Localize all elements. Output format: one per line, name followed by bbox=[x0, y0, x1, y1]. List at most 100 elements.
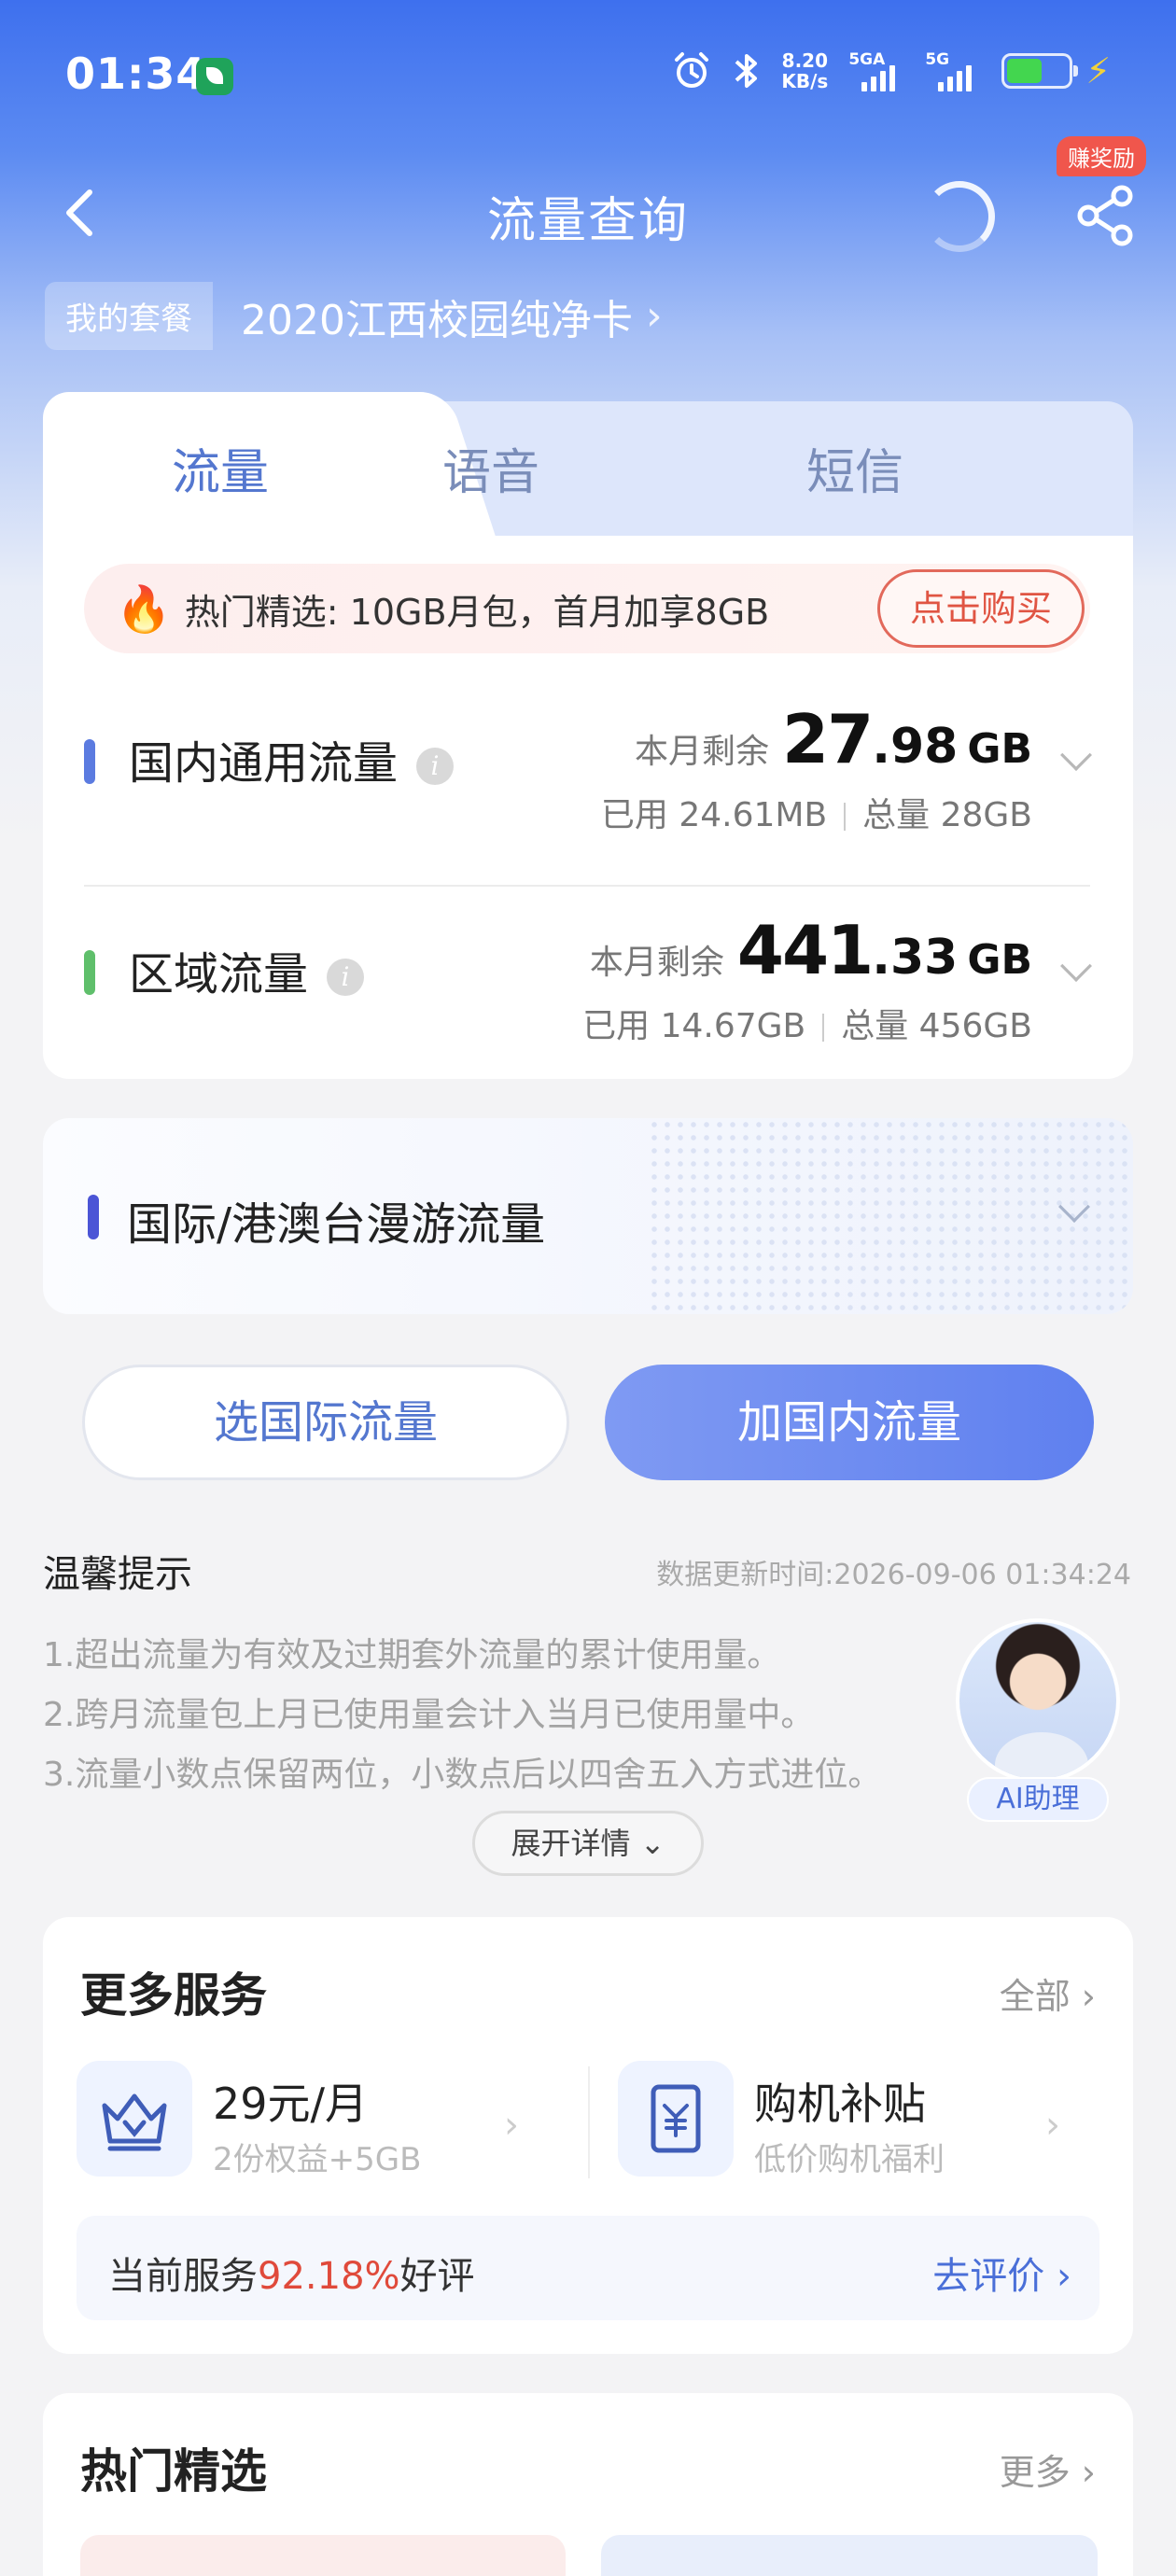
remain-decimal: .33 bbox=[872, 930, 959, 986]
remain-integer: 441 bbox=[736, 911, 874, 989]
plan-tag: 我的套餐 bbox=[45, 282, 213, 350]
expand-label: 展开详情 bbox=[511, 1826, 631, 1861]
data-usage-card: 流量 语音 短信 🔥 热门精选: 10GB月包，首月加享8GB 点击购买 国内通… bbox=[43, 392, 1133, 1079]
rating-prefix: 当前服务 bbox=[108, 2255, 258, 2298]
remain-unit: GB bbox=[967, 936, 1032, 984]
roaming-label: 国际/港澳台漫游流量 bbox=[127, 1198, 546, 1251]
row-label-text: 区域流量 bbox=[129, 948, 309, 1001]
promo-text: 热门精选: 10GB月包，首月加享8GB bbox=[184, 591, 770, 633]
tab-data[interactable]: 流量 bbox=[80, 433, 360, 503]
chevron-right-icon: › bbox=[645, 292, 663, 340]
rating-suffix: 好评 bbox=[399, 2255, 475, 2298]
hot-picks-card: 热门精选 更多 › bbox=[43, 2393, 1133, 2576]
section-title: 热门精选 bbox=[80, 2444, 267, 2499]
regional-data-row[interactable]: 区域流量 i 本月剩余 441 .33 GB 已用 14.67GB 总量 456GB bbox=[84, 887, 1092, 1073]
view-all-link[interactable]: 全部 › bbox=[1000, 1967, 1096, 2019]
row-label: 区域流量 i bbox=[129, 937, 365, 1002]
tips-title: 温馨提示 bbox=[43, 1553, 192, 1596]
rating-text: 当前服务92.18%好评 bbox=[108, 2246, 475, 2300]
total-amount: 总量 28GB bbox=[862, 796, 1032, 834]
signal-icon: 5G bbox=[925, 50, 981, 91]
info-icon[interactable]: i bbox=[327, 959, 365, 996]
select-international-data-button[interactable]: 选国际流量 bbox=[82, 1365, 569, 1480]
row-values: 本月剩余 441 .33 GB 已用 14.67GB 总量 456GB bbox=[582, 911, 1032, 1047]
charging-icon: ⚡ bbox=[1085, 50, 1111, 91]
page-title: 流量查询 bbox=[486, 193, 689, 249]
buy-button[interactable]: 点击购买 bbox=[876, 569, 1085, 648]
world-map-decoration bbox=[648, 1118, 1133, 1314]
customer-service-icon[interactable] bbox=[924, 181, 995, 252]
tab-sms[interactable]: 短信 bbox=[715, 433, 995, 503]
network-speed: 8.20 KB/s bbox=[781, 50, 828, 91]
status-bar: 01:34 8.20 KB/s 5GA 5G ⚡ bbox=[0, 0, 1176, 149]
promo-banner[interactable]: 🔥 热门精选: 10GB月包，首月加享8GB 点击购买 bbox=[84, 564, 1090, 653]
row-indicator bbox=[84, 739, 95, 784]
rate-link-label: 去评价 bbox=[932, 2255, 1045, 2298]
remain-decimal: .98 bbox=[872, 719, 959, 775]
service-item[interactable]: 29元/月 2份权益+5GB › bbox=[43, 2048, 547, 2178]
expand-details-button[interactable]: 展开详情 ⌄ bbox=[472, 1811, 704, 1876]
wechat-app-icon bbox=[196, 58, 233, 95]
remain-unit: GB bbox=[967, 725, 1032, 773]
more-link[interactable]: 更多 › bbox=[1000, 2443, 1096, 2495]
row-indicator bbox=[84, 950, 95, 995]
service-rating-bar: 当前服务92.18%好评 去评价 › bbox=[77, 2216, 1099, 2320]
tab-voice[interactable]: 语音 bbox=[351, 433, 631, 503]
row-indicator bbox=[88, 1195, 99, 1239]
roaming-card[interactable]: 国际/港澳台漫游流量 bbox=[43, 1118, 1133, 1314]
more-services-card: 更多服务 全部 › 29元/月 2份权益+5GB › 购机补贴 低价购机福利 ›… bbox=[43, 1917, 1133, 2354]
update-time: 数据更新时间:2026-09-06 01:34:24 bbox=[656, 1559, 1131, 1591]
chevron-right-icon: › bbox=[1045, 2104, 1060, 2147]
row-label-text: 国内通用流量 bbox=[129, 737, 399, 790]
service-name: 购机补贴 bbox=[754, 2079, 926, 2129]
speed-value: 8.20 bbox=[781, 49, 829, 72]
ai-assistant-avatar[interactable] bbox=[956, 1618, 1120, 1783]
info-icon[interactable]: i bbox=[416, 748, 455, 785]
battery-icon bbox=[1001, 53, 1079, 89]
crown-v-icon bbox=[77, 2061, 192, 2177]
speed-unit: KB/s bbox=[781, 70, 829, 92]
chevron-down-icon[interactable] bbox=[1060, 739, 1092, 771]
status-time: 01:34 bbox=[65, 49, 207, 99]
hot-pick-item[interactable] bbox=[601, 2535, 1098, 2576]
chevron-right-icon: › bbox=[504, 2104, 519, 2147]
status-icons: 8.20 KB/s 5GA 5G ⚡ bbox=[671, 50, 1111, 91]
rating-percent: 92.18% bbox=[258, 2255, 400, 2298]
service-desc: 2份权益+5GB bbox=[213, 2141, 422, 2178]
service-item[interactable]: 购机补贴 低价购机福利 › bbox=[584, 2048, 1088, 2178]
tip-line: 1.超出流量为有效及过期套外流量的累计使用量。 bbox=[43, 1636, 781, 1674]
remain-integer: 27 bbox=[782, 700, 874, 778]
row-label: 国内通用流量 i bbox=[129, 726, 455, 791]
share-icon[interactable] bbox=[1073, 183, 1139, 248]
domestic-data-row[interactable]: 国内通用流量 i 本月剩余 27 .98 GB 已用 24.61MB 总量 28GB bbox=[84, 676, 1092, 862]
alarm-icon bbox=[675, 52, 709, 88]
section-title: 更多服务 bbox=[80, 1968, 267, 2023]
used-amount: 已用 14.67GB bbox=[582, 1007, 806, 1045]
more-label: 更多 bbox=[999, 2452, 1071, 2493]
tip-line: 2.跨月流量包上月已使用量会计入当月已使用量中。 bbox=[43, 1696, 815, 1734]
signal-icon: 5GA bbox=[848, 50, 904, 91]
hot-pick-item[interactable] bbox=[80, 2535, 566, 2576]
usage-card-body: 🔥 热门精选: 10GB月包，首月加享8GB 点击购买 国内通用流量 i 本月剩余… bbox=[43, 536, 1133, 1079]
chevron-down-icon: ⌄ bbox=[639, 1826, 665, 1861]
view-all-label: 全部 bbox=[999, 1976, 1071, 2017]
rate-link[interactable]: 去评价 › bbox=[932, 2246, 1071, 2300]
service-name: 29元/月 bbox=[213, 2079, 369, 2129]
plan-name[interactable]: 2020江西校园纯净卡 bbox=[241, 287, 633, 346]
fire-icon: 🔥 bbox=[116, 582, 172, 636]
ai-assistant-label[interactable]: AI助理 bbox=[967, 1777, 1109, 1822]
bluetooth-icon bbox=[735, 54, 758, 88]
reward-badge[interactable]: 赚奖励 bbox=[1057, 136, 1146, 176]
remain-label: 本月剩余 bbox=[589, 944, 724, 982]
add-domestic-data-button[interactable]: 加国内流量 bbox=[605, 1365, 1094, 1480]
service-desc: 低价购机福利 bbox=[754, 2141, 945, 2178]
tip-line: 3.流量小数点保留两位，小数点后以四舍五入方式进位。 bbox=[43, 1756, 882, 1794]
yen-receipt-icon bbox=[618, 2061, 734, 2177]
chevron-down-icon[interactable] bbox=[1060, 950, 1092, 982]
ai-assistant[interactable]: AI助理 bbox=[952, 1618, 1124, 1824]
plan-selector[interactable]: 我的套餐 2020江西校园纯净卡 › bbox=[45, 282, 663, 350]
usage-tabs: 流量 语音 短信 bbox=[43, 392, 1133, 569]
nav-bar: 流量查询 bbox=[0, 159, 1176, 271]
row-values: 本月剩余 27 .98 GB 已用 24.61MB 总量 28GB bbox=[601, 700, 1032, 836]
remain-label: 本月剩余 bbox=[635, 733, 770, 771]
